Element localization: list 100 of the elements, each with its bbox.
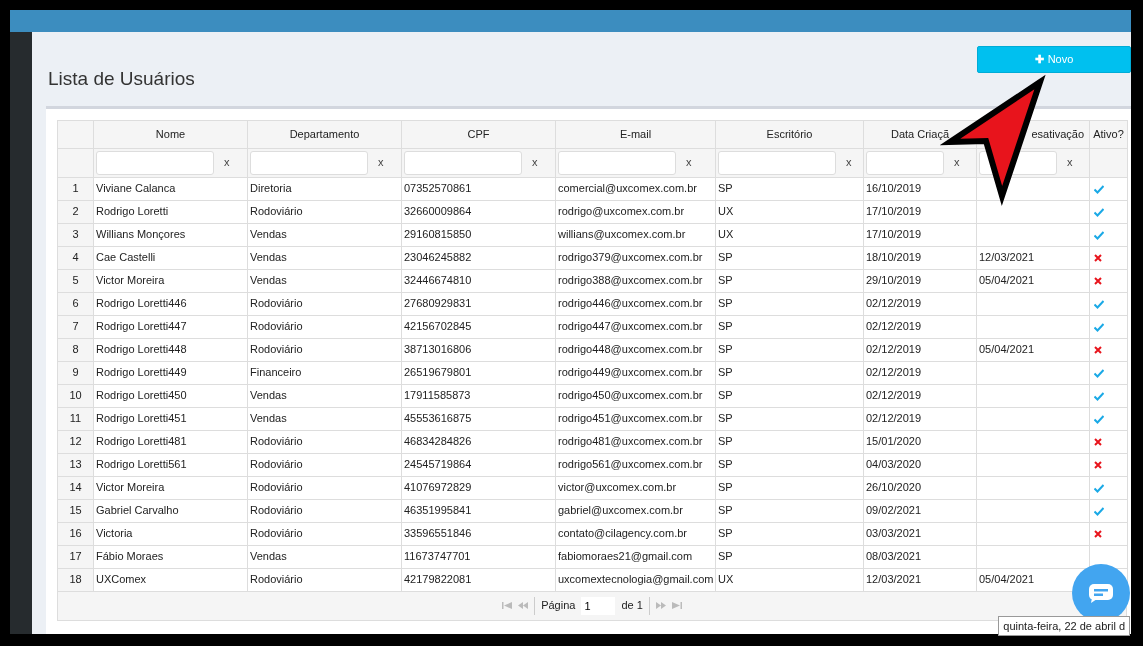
table-cell: rodrigo@uxcomex.com.br <box>555 200 716 223</box>
row-number: 16 <box>57 522 94 545</box>
table-cell: 23046245882 <box>401 246 556 269</box>
chat-icon <box>1088 583 1114 603</box>
filter-field[interactable] <box>718 150 836 175</box>
next-page-icon[interactable] <box>655 602 666 609</box>
table-cell: Rodrigo Loretti561 <box>93 453 248 476</box>
row-number: 3 <box>57 223 94 246</box>
table-cell: Viviane Calanca <box>93 177 248 200</box>
clear-filter-button[interactable]: x <box>224 154 230 171</box>
column-header[interactable]: Escritório <box>715 120 864 148</box>
table-cell: Rodrigo Loretti447 <box>93 315 248 338</box>
table-cell: gabriel@uxcomex.com.br <box>555 499 716 522</box>
table-cell: 33596551846 <box>401 522 556 545</box>
table-cell: 32660009864 <box>401 200 556 223</box>
table-cell: Rodrigo Loretti448 <box>93 338 248 361</box>
row-number: 12 <box>57 430 94 453</box>
table-cell: uxcomextecnologia@gmail.com <box>555 568 716 591</box>
table-cell: 16/10/2019 <box>863 177 977 200</box>
table-cell: Rodoviário <box>247 338 402 361</box>
row-number: 15 <box>57 499 94 522</box>
table-cell: 26/10/2020 <box>863 476 977 499</box>
clear-filter-button[interactable]: x <box>954 154 960 171</box>
column-header[interactable]: CPF <box>401 120 556 148</box>
table-cell: 17/10/2019 <box>863 200 977 223</box>
last-page-icon[interactable] <box>671 602 682 609</box>
table-cell: 07352570861 <box>401 177 556 200</box>
table-cell: 05/04/2021 <box>976 338 1090 361</box>
table-cell: 12/03/2021 <box>863 568 977 591</box>
previous-page-icon[interactable] <box>518 602 529 609</box>
table-cell: SP <box>715 315 864 338</box>
table-cell: Vendas <box>247 223 402 246</box>
page-field[interactable]: 1 <box>581 596 616 615</box>
table-cell: Vendas <box>247 545 402 568</box>
column-header[interactable]: Nome <box>93 120 248 148</box>
table-cell: SP <box>715 476 864 499</box>
table-cell: Cae Castelli <box>93 246 248 269</box>
table-cell: rodrigo450@uxcomex.com.br <box>555 384 716 407</box>
row-number: 7 <box>57 315 94 338</box>
row-number: 11 <box>57 407 94 430</box>
filter-field[interactable] <box>558 150 676 175</box>
table-cell: 02/12/2019 <box>863 315 977 338</box>
clear-filter-button[interactable]: x <box>378 154 384 171</box>
row-number: 1 <box>57 177 94 200</box>
table-cell: Victor Moreira <box>93 269 248 292</box>
table-cell: 26519679801 <box>401 361 556 384</box>
table-cell: SP <box>715 545 864 568</box>
row-number: 6 <box>57 292 94 315</box>
clear-filter-button[interactable]: x <box>686 154 692 171</box>
row-number: 8 <box>57 338 94 361</box>
table-cell: SP <box>715 361 864 384</box>
table-cell: rodrigo447@uxcomex.com.br <box>555 315 716 338</box>
table-cell: SP <box>715 453 864 476</box>
row-number: 9 <box>57 361 94 384</box>
table-cell: SP <box>715 407 864 430</box>
page-count: de 1 <box>621 598 643 614</box>
table-cell: rodrigo448@uxcomex.com.br <box>555 338 716 361</box>
column-header[interactable]: Departamento <box>247 120 402 148</box>
clear-filter-button[interactable]: x <box>532 154 538 171</box>
table-cell: Rodrigo Loretti481 <box>93 430 248 453</box>
filter-field[interactable] <box>96 150 214 175</box>
table-cell: Rodrigo Loretti451 <box>93 407 248 430</box>
table-cell: SP <box>715 177 864 200</box>
clear-filter-button[interactable]: x <box>1067 154 1073 171</box>
first-page-icon[interactable] <box>502 602 513 609</box>
column-header[interactable]: Ativo? <box>1089 120 1128 148</box>
row-number: 10 <box>57 384 94 407</box>
table-cell: Rodoviário <box>247 453 402 476</box>
table-cell: 45553616875 <box>401 407 556 430</box>
table-cell: 02/12/2019 <box>863 338 977 361</box>
table-cell: Rodrigo Loretti449 <box>93 361 248 384</box>
table-cell: rodrigo561@uxcomex.com.br <box>555 453 716 476</box>
table-cell: 27680929831 <box>401 292 556 315</box>
table-cell: Victoria <box>93 522 248 545</box>
table-cell: 08/03/2021 <box>863 545 977 568</box>
table-cell: Rodrigo Loretti446 <box>93 292 248 315</box>
row-number: 2 <box>57 200 94 223</box>
filter-field[interactable] <box>404 150 522 175</box>
table-cell: Rodoviário <box>247 499 402 522</box>
table-cell: UXComex <box>93 568 248 591</box>
table-cell: SP <box>715 246 864 269</box>
filter-field[interactable] <box>250 150 368 175</box>
table-cell: comercial@uxcomex.com.br <box>555 177 716 200</box>
table-cell: 03/03/2021 <box>863 522 977 545</box>
clear-filter-button[interactable]: x <box>846 154 852 171</box>
table-cell: SP <box>715 269 864 292</box>
table-cell: 32446674810 <box>401 269 556 292</box>
table-cell: SP <box>715 430 864 453</box>
table-cell: rodrigo451@uxcomex.com.br <box>555 407 716 430</box>
table-cell: Gabriel Carvalho <box>93 499 248 522</box>
table-cell: willians@uxcomex.com.br <box>555 223 716 246</box>
filter-field[interactable] <box>866 150 944 175</box>
table-cell: Rodoviário <box>247 292 402 315</box>
table-cell: Vendas <box>247 384 402 407</box>
column-header[interactable]: E-mail <box>555 120 716 148</box>
table-cell: Rodoviário <box>247 430 402 453</box>
table-cell: 17/10/2019 <box>863 223 977 246</box>
row-number: 14 <box>57 476 94 499</box>
table-cell: Rodrigo Loretti <box>93 200 248 223</box>
table-cell: 42156702845 <box>401 315 556 338</box>
